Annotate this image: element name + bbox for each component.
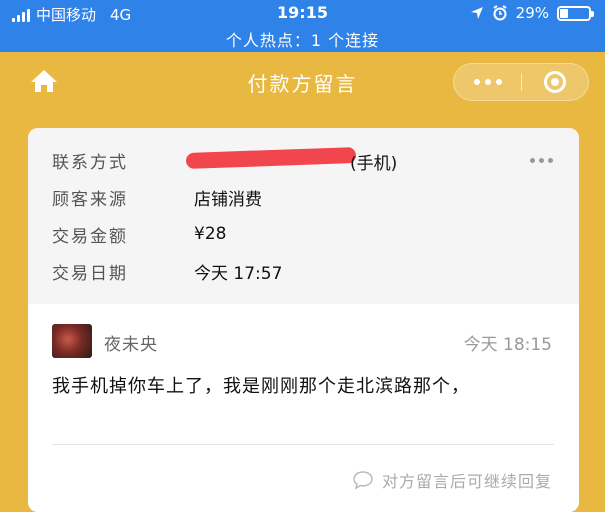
alarm-icon (493, 5, 507, 21)
info-row-amount: 交易金额 ¥28 (52, 222, 227, 247)
redaction-mark (185, 147, 357, 169)
info-row-contact: 联系方式 (52, 148, 194, 173)
avatar[interactable] (52, 324, 92, 358)
message-section: 夜未央 今天 18:15 我手机掉你车上了，我是刚刚那个走北滨路那个， 对方留言… (28, 304, 579, 512)
close-button[interactable] (521, 64, 588, 100)
info-label: 交易日期 (52, 263, 128, 284)
location-icon (470, 7, 483, 19)
payer-info: 联系方式 (手机) 顾客来源 店铺消费 交易金额 ¥28 交易日期 今天 17:… (28, 128, 579, 304)
info-label: 交易金额 (52, 226, 128, 247)
info-row-date: 交易日期 今天 17:57 (52, 259, 283, 284)
status-bar: 中国移动 4G 19:15 29% 个人热点：1 个连接 (0, 0, 605, 52)
battery-icon (557, 5, 594, 21)
battery-fill (560, 8, 569, 18)
battery-percent: 29% (515, 4, 549, 22)
message-text: 我手机掉你车上了，我是刚刚那个走北滨路那个， (52, 376, 470, 397)
more-button[interactable] (454, 64, 521, 100)
info-more-button[interactable] (530, 158, 553, 163)
info-label: 顾客来源 (52, 189, 128, 210)
message-time: 今天 18:15 (463, 335, 552, 355)
close-target-icon (543, 71, 566, 93)
nav-bar: 付款方留言 (0, 52, 605, 114)
divider (52, 444, 554, 445)
chat-bubble-icon (353, 471, 373, 490)
more-dots-icon (473, 79, 502, 85)
reply-hint-text: 对方留言后可继续回复 (381, 472, 552, 491)
capsule-menu (453, 63, 589, 101)
reply-hint: 对方留言后可继续回复 (352, 468, 552, 492)
message-card: 联系方式 (手机) 顾客来源 店铺消费 交易金额 ¥28 交易日期 今天 17:… (28, 128, 579, 512)
info-value: 今天 17:57 (194, 263, 283, 284)
status-right: 29% (470, 4, 594, 22)
info-value: 店铺消费 (194, 189, 262, 210)
info-value: ¥28 (194, 224, 227, 244)
info-label: 联系方式 (52, 152, 128, 173)
contact-value: (手机) (350, 154, 398, 174)
sender-name: 夜未央 (104, 335, 158, 355)
info-row-source: 顾客来源 店铺消费 (52, 185, 262, 210)
hotspot-banner[interactable]: 个人热点：1 个连接 (0, 27, 605, 51)
